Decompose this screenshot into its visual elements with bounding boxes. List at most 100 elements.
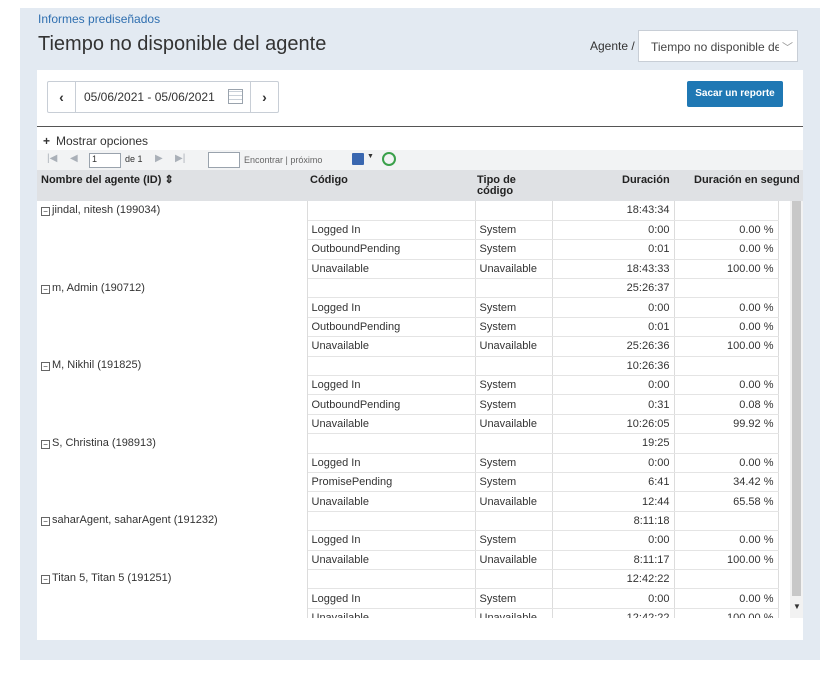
- col-code[interactable]: Código: [310, 175, 348, 186]
- group-total-cell: 8:11:18: [552, 511, 675, 532]
- code-type-cell: System: [475, 220, 553, 241]
- report-panel: ‹ 05/06/2021 - 05/06/2021 › Sacar un rep…: [37, 70, 803, 640]
- run-report-button[interactable]: Sacar un reporte: [687, 81, 783, 107]
- code-cell: Unavailable: [307, 336, 476, 357]
- collapse-icon[interactable]: −: [41, 284, 50, 294]
- col-duration-seconds[interactable]: Duración en segund: [694, 175, 800, 186]
- code-type-cell: System: [475, 472, 553, 493]
- next-date-button[interactable]: ›: [250, 82, 278, 112]
- pct-cell: 100.00 %: [674, 608, 779, 618]
- show-options-toggle[interactable]: + Mostrar opciones: [43, 134, 148, 148]
- code-cell: PromisePending: [307, 472, 476, 493]
- page-number-input[interactable]: 1: [89, 153, 121, 168]
- duration-cell: 6:41: [552, 472, 675, 493]
- collapse-icon[interactable]: −: [41, 517, 50, 527]
- page-count: de 1: [125, 154, 143, 164]
- duration-cell: 0:00: [552, 220, 675, 241]
- code-cell: Logged In: [307, 530, 476, 551]
- pct-cell: 100.00 %: [674, 259, 779, 280]
- agent-name-cell: − jindal, nitesh (199034): [37, 201, 308, 279]
- code-type-cell: Unavailable: [475, 491, 553, 512]
- pct-cell: 100.00 %: [674, 550, 779, 570]
- group-row: − saharAgent, saharAgent (191232) 8:11:18: [37, 511, 779, 570]
- pct-cell: 99.92 %: [674, 414, 779, 435]
- code-cell: Logged In: [307, 588, 476, 609]
- collapse-icon[interactable]: −: [41, 362, 50, 372]
- breadcrumb[interactable]: Informes prediseñados: [38, 12, 160, 26]
- group-row: − S, Christina (198913) 19:25: [37, 433, 779, 512]
- code-type-cell: Unavailable: [475, 414, 553, 435]
- collapse-icon[interactable]: −: [41, 439, 50, 449]
- code-type-cell: System: [475, 317, 553, 338]
- code-type-cell: Unavailable: [475, 550, 553, 570]
- last-page-icon[interactable]: ▶|: [175, 153, 185, 164]
- group-row: − m, Admin (190712) 25:26:37: [37, 278, 779, 357]
- agent-name-cell: − M, Nikhil (191825): [37, 356, 308, 434]
- duration-cell: 8:11:17: [552, 550, 675, 570]
- first-page-icon[interactable]: |◀: [47, 153, 57, 164]
- code-type-cell: System: [475, 394, 553, 415]
- page-title: Tiempo no disponible del agente: [38, 33, 327, 55]
- collapse-icon[interactable]: −: [41, 207, 50, 216]
- scroll-thumb[interactable]: [792, 201, 801, 596]
- duration-cell: 18:43:33: [552, 259, 675, 280]
- col-duration[interactable]: Duración: [622, 175, 670, 186]
- code-type-cell: Unavailable: [475, 259, 553, 280]
- pct-cell: 0.00 %: [674, 239, 779, 260]
- agent-filter-label: Agente /: [590, 39, 635, 53]
- duration-cell: 0:00: [552, 453, 675, 473]
- refresh-icon[interactable]: [382, 152, 396, 166]
- code-cell: Unavailable: [307, 491, 476, 512]
- plus-icon: +: [43, 134, 51, 148]
- pct-cell: 65.58 %: [674, 491, 779, 512]
- find-next-link[interactable]: próximo: [290, 155, 322, 165]
- pct-cell: 0.00 %: [674, 530, 779, 551]
- code-type-cell: System: [475, 530, 553, 551]
- find-input[interactable]: [208, 152, 240, 168]
- chevron-down-icon: ﹀: [779, 39, 793, 55]
- group-row: − Titan 5, Titan 5 (191251) 12:42:22: [37, 569, 779, 618]
- code-type-cell: System: [475, 588, 553, 609]
- scroll-down-icon[interactable]: ▼: [793, 602, 801, 611]
- code-type-cell: System: [475, 453, 553, 473]
- report-container: Informes prediseñados Tiempo no disponib…: [20, 8, 820, 660]
- next-page-icon[interactable]: ▶: [155, 153, 163, 164]
- find-link[interactable]: Encontrar: [244, 155, 283, 165]
- save-icon[interactable]: [352, 153, 364, 165]
- agent-name-cell: − Titan 5, Titan 5 (191251): [37, 569, 308, 618]
- col-agent-name[interactable]: Nombre del agente (ID) ⇕: [41, 175, 174, 186]
- prev-page-icon[interactable]: ◀: [70, 153, 78, 164]
- grid-body: − jindal, nitesh (199034) 18:43:34 Logged I…: [37, 201, 790, 618]
- col-code-type[interactable]: Tipo de código: [477, 175, 537, 197]
- duration-cell: 0:00: [552, 588, 675, 609]
- duration-cell: 25:26:36: [552, 336, 675, 357]
- agent-name-cell: − saharAgent, saharAgent (191232): [37, 511, 308, 570]
- group-total-cell: 25:26:37: [552, 278, 675, 299]
- code-type-cell: System: [475, 239, 553, 260]
- code-cell: Unavailable: [307, 550, 476, 570]
- code-cell: Unavailable: [307, 608, 476, 618]
- duration-cell: 12:44: [552, 491, 675, 512]
- duration-cell: 12:42:22: [552, 608, 675, 618]
- vertical-scrollbar[interactable]: ▼: [790, 201, 803, 618]
- duration-cell: 0:01: [552, 239, 675, 260]
- code-cell: Unavailable: [307, 259, 476, 280]
- agent-filter-select[interactable]: Tiempo no disponible de ﹀: [638, 30, 798, 62]
- pct-cell: 0.00 %: [674, 375, 779, 396]
- duration-cell: 0:01: [552, 317, 675, 338]
- collapse-icon[interactable]: −: [41, 575, 50, 585]
- code-type-cell: Unavailable: [475, 608, 553, 618]
- pct-cell: 0.00 %: [674, 297, 779, 318]
- code-cell: OutboundPending: [307, 317, 476, 338]
- date-range-picker[interactable]: ‹ 05/06/2021 - 05/06/2021 ›: [47, 81, 279, 113]
- pct-cell: 0.08 %: [674, 394, 779, 415]
- agent-filter-value: Tiempo no disponible de: [651, 40, 782, 54]
- caret-down-icon[interactable]: ▼: [367, 153, 374, 160]
- prev-date-button[interactable]: ‹: [48, 82, 76, 112]
- code-type-cell: Unavailable: [475, 336, 553, 357]
- calendar-icon[interactable]: [228, 89, 243, 104]
- panel-footer: [37, 618, 803, 640]
- duration-cell: 0:31: [552, 394, 675, 415]
- pct-cell: 0.00 %: [674, 453, 779, 473]
- agent-name-cell: − S, Christina (198913): [37, 433, 308, 512]
